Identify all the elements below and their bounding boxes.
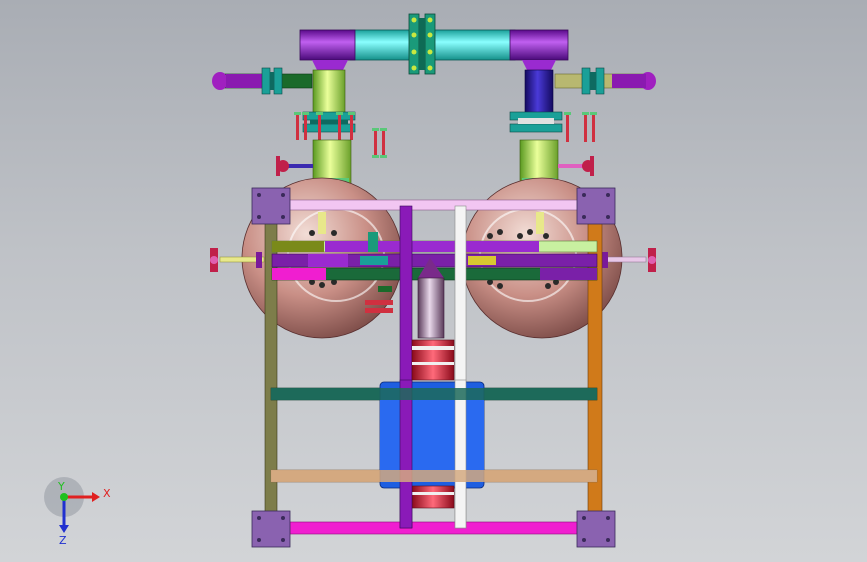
triad-x-label: X (103, 487, 111, 500)
top-elbow-left[interactable] (299, 29, 356, 61)
view-orientation-triad[interactable]: X Y Z (44, 477, 111, 547)
crossbar-purple-section (325, 241, 539, 252)
crossbar-purple-end (540, 268, 597, 280)
crossbar-middle-left (308, 254, 348, 267)
lower-coupling[interactable] (411, 485, 455, 509)
beam-bottom-magenta[interactable] (279, 521, 591, 535)
motor-body-highlight (380, 400, 484, 470)
triad-y-label: Y (57, 480, 65, 493)
right-tank-top-nozzle (536, 212, 544, 234)
mount-pad-bottom-left[interactable] (251, 510, 291, 548)
center-post-purple-front (399, 379, 413, 529)
top-elbow-right[interactable] (509, 29, 569, 61)
right-riser-flange[interactable] (509, 111, 597, 142)
mount-pad-bottom-right[interactable] (576, 510, 616, 548)
top-manifold[interactable] (299, 13, 569, 75)
beam-green-front (271, 388, 597, 400)
crossbar-lime-end (272, 241, 324, 252)
mount-pad-top-left[interactable] (251, 187, 291, 225)
frame-top-beam[interactable] (269, 199, 603, 211)
left-vent-valve[interactable] (276, 156, 313, 176)
center-post-white-front (454, 379, 467, 529)
left-tank-top-nozzle (318, 212, 326, 234)
right-inlet-pipe[interactable] (554, 67, 656, 95)
mount-pad-top-right[interactable] (576, 187, 616, 225)
crossbar-middle-coupling-l (360, 256, 388, 265)
pump-assembly-model[interactable]: X Y Z (0, 0, 867, 562)
left-inlet-pipe[interactable] (212, 67, 313, 95)
beam-tan-front (271, 470, 597, 482)
upper-coupling[interactable] (411, 339, 455, 381)
triad-z-label: Z (59, 534, 67, 547)
cad-viewport[interactable]: X Y Z (0, 0, 867, 562)
center-flange[interactable] (408, 13, 436, 75)
triad-y-axis (60, 493, 68, 501)
crossbar-middle-coupling-r (468, 256, 496, 265)
crossbar-magenta-end (272, 268, 326, 280)
right-vent-valve[interactable] (558, 156, 594, 176)
